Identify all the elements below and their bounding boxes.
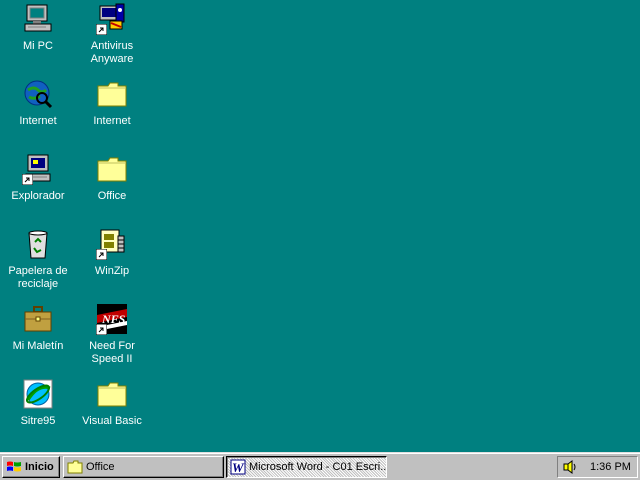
desktop-icon-mi-maletin[interactable]: Mi Maletín bbox=[1, 303, 75, 353]
folder-icon bbox=[96, 78, 128, 110]
folder-icon bbox=[96, 378, 128, 410]
my-computer-icon bbox=[22, 3, 54, 35]
explorer-icon bbox=[22, 153, 54, 185]
system-tray: 1:36 PM bbox=[557, 456, 638, 478]
briefcase-icon bbox=[22, 303, 54, 335]
desktop-icon-internet-explorer[interactable]: Internet bbox=[1, 78, 75, 128]
desktop-icon-need-for-speed-ii[interactable]: NFS Need For Speed II bbox=[75, 303, 149, 366]
desktop-icon-label: Internet bbox=[93, 115, 131, 127]
desktop-icon-mi-pc[interactable]: Mi PC bbox=[1, 3, 75, 53]
desktop-icon-label: WinZip bbox=[94, 265, 130, 277]
taskbar-button-label: Microsoft Word - C01 Escri... bbox=[249, 461, 387, 473]
taskbar-button-microsoft-word[interactable]: W Microsoft Word - C01 Escri... bbox=[226, 456, 387, 478]
desktop-icon-internet-folder[interactable]: Internet bbox=[75, 78, 149, 128]
desktop-icon-visual-basic-folder[interactable]: Visual Basic bbox=[75, 378, 149, 428]
desktop-icon-label: Mi PC bbox=[23, 40, 53, 52]
desktop-icon-label: Internet bbox=[19, 115, 57, 127]
desktop-icon-label: Antivirus Anyware bbox=[90, 40, 134, 65]
sitre95-icon bbox=[22, 378, 54, 410]
shortcut-arrow-icon bbox=[22, 174, 33, 185]
shortcut-arrow-icon bbox=[96, 24, 107, 35]
folder-icon bbox=[96, 153, 128, 185]
desktop-icon-label: Need For Speed II bbox=[89, 340, 135, 365]
svg-text:W: W bbox=[232, 460, 245, 475]
clock[interactable]: 1:36 PM bbox=[590, 461, 631, 473]
desktop-icon-label: Visual Basic bbox=[82, 415, 142, 427]
winzip-icon bbox=[96, 228, 128, 260]
internet-explorer-icon bbox=[22, 78, 54, 110]
need-for-speed-icon: NFS bbox=[96, 303, 128, 335]
desktop-icon-label: Sitre95 bbox=[20, 415, 56, 427]
desktop-icon-papelera-de-reciclaje[interactable]: Papelera de reciclaje bbox=[1, 228, 75, 291]
desktop-icon-explorador[interactable]: Explorador bbox=[1, 153, 75, 203]
shortcut-arrow-icon bbox=[96, 249, 107, 260]
taskbar-button-office[interactable]: Office bbox=[63, 456, 224, 478]
taskbar: Inicio Office W Microsoft Word - C01 Esc… bbox=[0, 452, 640, 480]
desktop-icon-label: Office bbox=[97, 190, 127, 202]
desktop: Mi PC Antivirus Anyware Internet Interne… bbox=[0, 0, 640, 452]
folder-icon bbox=[67, 460, 83, 474]
taskbar-button-label: Office bbox=[86, 461, 115, 473]
start-button[interactable]: Inicio bbox=[2, 456, 60, 478]
word-icon: W bbox=[230, 459, 246, 475]
windows-logo-icon bbox=[7, 461, 21, 472]
desktop-icon-office-folder[interactable]: Office bbox=[75, 153, 149, 203]
start-button-label: Inicio bbox=[25, 461, 54, 473]
desktop-icon-sitre95[interactable]: Sitre95 bbox=[1, 378, 75, 428]
desktop-icon-winzip[interactable]: WinZip bbox=[75, 228, 149, 278]
desktop-icon-label: Papelera de reciclaje bbox=[8, 265, 68, 290]
desktop-icon-label: Explorador bbox=[11, 190, 65, 202]
desktop-icon-label: Mi Maletín bbox=[12, 340, 64, 352]
recycle-bin-icon bbox=[22, 228, 54, 260]
antivirus-icon bbox=[96, 3, 128, 35]
volume-icon[interactable] bbox=[562, 459, 578, 475]
shortcut-arrow-icon bbox=[96, 324, 107, 335]
desktop-icon-antivirus-anyware[interactable]: Antivirus Anyware bbox=[75, 3, 149, 66]
